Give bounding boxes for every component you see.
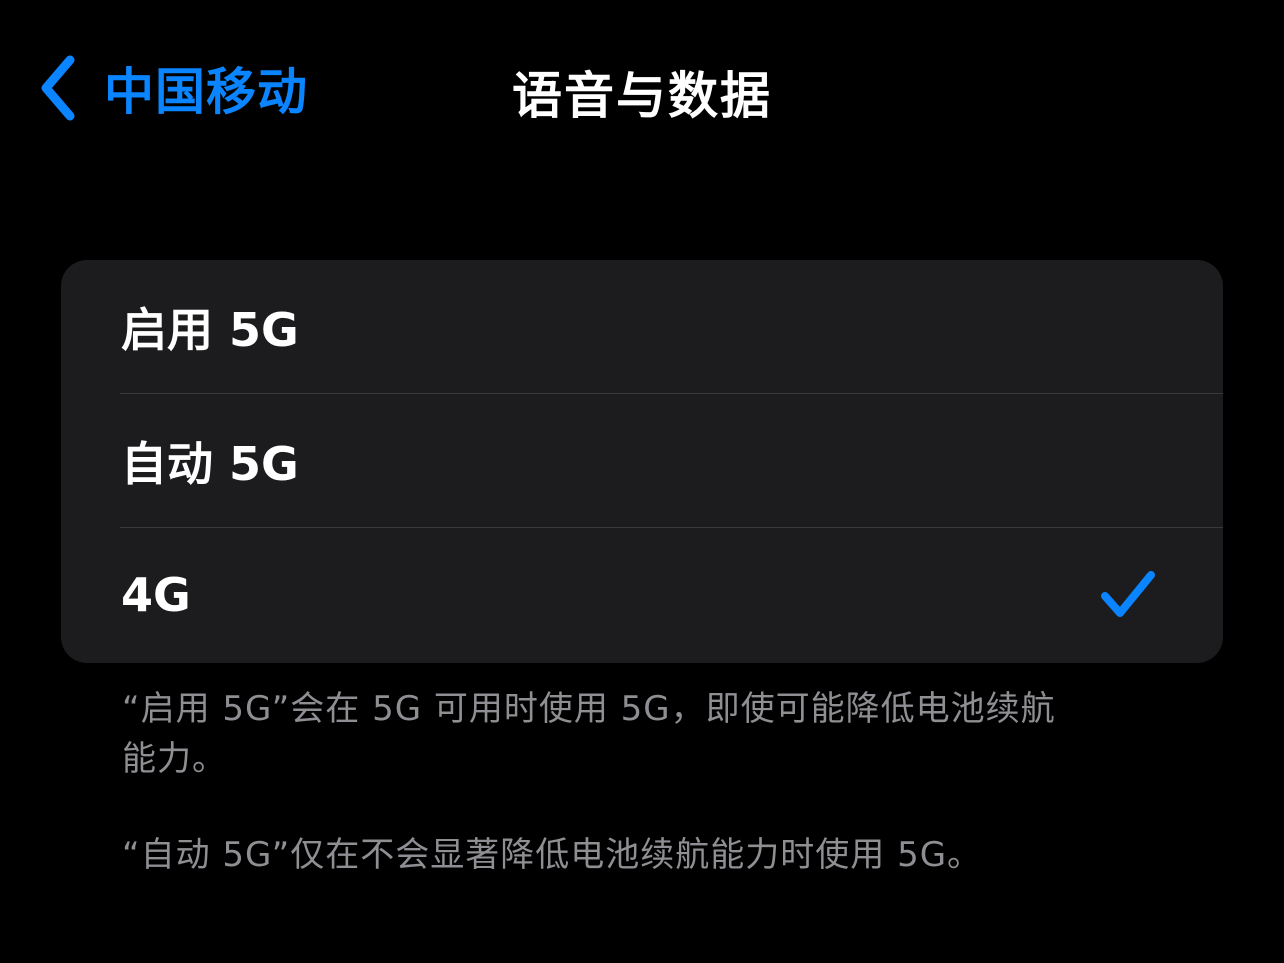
option-4g[interactable]: 4G bbox=[61, 528, 1223, 662]
navigation-bar: 中国移动 语音与数据 bbox=[0, 0, 1284, 180]
options-footer: “启用 5G”会在 5G 可用时使用 5G，即使可能降低电池续航能力。 “自动 … bbox=[122, 684, 1082, 880]
option-label: 4G bbox=[121, 568, 191, 622]
checkmark-icon bbox=[1099, 569, 1157, 621]
option-label: 启用 5G bbox=[121, 303, 299, 357]
page-title: 语音与数据 bbox=[512, 67, 772, 125]
option-5g-on[interactable]: 启用 5G bbox=[61, 260, 1223, 394]
option-5g-auto[interactable]: 自动 5G bbox=[61, 394, 1223, 528]
option-label: 自动 5G bbox=[121, 437, 299, 491]
network-mode-options: 启用 5G 自动 5G 4G bbox=[61, 260, 1223, 663]
footer-note-5g-on: “启用 5G”会在 5G 可用时使用 5G，即使可能降低电池续航能力。 bbox=[122, 689, 1056, 779]
footer-note-5g-auto: “自动 5G”仅在不会显著降低电池续航能力时使用 5G。 bbox=[122, 835, 983, 875]
